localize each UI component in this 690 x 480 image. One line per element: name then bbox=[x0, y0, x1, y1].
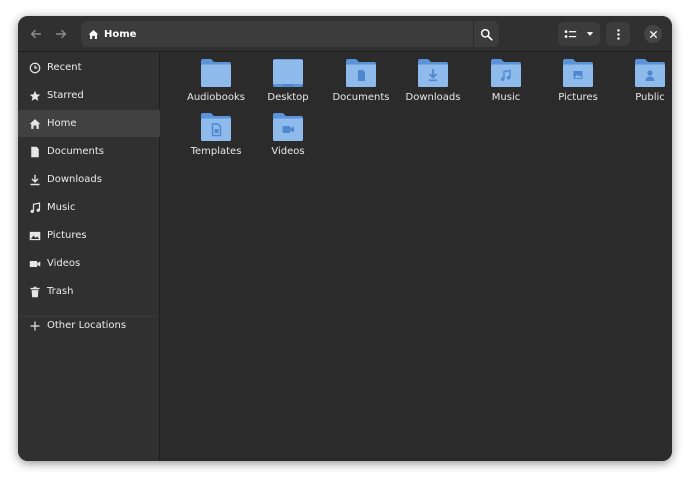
folder-downloads[interactable]: Downloads bbox=[397, 58, 469, 112]
home-icon bbox=[29, 118, 41, 129]
sidebar-item-starred[interactable]: Starred bbox=[18, 82, 160, 109]
folder-pictures[interactable]: Pictures bbox=[542, 58, 614, 112]
file-name: Documents bbox=[332, 92, 390, 103]
file-name: Music bbox=[491, 92, 521, 103]
sidebar: Recent Starred Home Documents Downloads … bbox=[18, 52, 160, 461]
sidebar-item-label: Music bbox=[47, 202, 76, 213]
image-icon bbox=[29, 231, 41, 240]
sidebar-item-label: Recent bbox=[47, 62, 82, 73]
file-manager-window: Home Recent Starred Home Documents Downl… bbox=[18, 16, 672, 461]
sidebar-item-videos[interactable]: Videos bbox=[18, 250, 160, 277]
headerbar: Home bbox=[18, 16, 672, 52]
download-icon bbox=[30, 174, 40, 185]
folder-templates-icon bbox=[201, 113, 231, 141]
folder-pictures-icon bbox=[563, 59, 593, 87]
home-icon bbox=[88, 29, 99, 39]
back-button[interactable] bbox=[24, 23, 48, 45]
chevron-down-icon bbox=[586, 32, 593, 36]
close-icon bbox=[649, 30, 657, 38]
sidebar-item-label: Home bbox=[47, 118, 77, 129]
sidebar-item-downloads[interactable]: Downloads bbox=[18, 166, 160, 193]
trash-icon bbox=[30, 286, 40, 297]
folder-audiobooks[interactable]: Audiobooks bbox=[180, 58, 252, 112]
close-window-button[interactable] bbox=[644, 25, 662, 43]
folder-documents-icon bbox=[346, 59, 376, 87]
sidebar-item-label: Other Locations bbox=[47, 320, 127, 331]
forward-button[interactable] bbox=[49, 23, 73, 45]
folder-desktop[interactable]: Desktop bbox=[252, 58, 324, 112]
sidebar-item-recent[interactable]: Recent bbox=[18, 54, 160, 81]
file-name: Audiobooks bbox=[186, 92, 245, 103]
sidebar-item-music[interactable]: Music bbox=[18, 194, 160, 221]
folder-videos[interactable]: Videos bbox=[252, 112, 324, 166]
file-name: Desktop bbox=[267, 92, 309, 103]
document-icon bbox=[31, 146, 39, 157]
sidebar-item-trash[interactable]: Trash bbox=[18, 278, 160, 305]
sidebar-item-home[interactable]: Home bbox=[18, 110, 160, 137]
arrow-left-icon bbox=[30, 29, 42, 39]
file-view[interactable]: Audiobooks Desktop Documents Downloads M… bbox=[160, 52, 672, 461]
sidebar-item-documents[interactable]: Documents bbox=[18, 138, 160, 165]
clock-icon bbox=[29, 62, 41, 73]
music-note-icon bbox=[30, 201, 41, 213]
file-name: Videos bbox=[271, 146, 305, 157]
star-icon bbox=[29, 90, 41, 101]
sidebar-item-other-locations[interactable]: Other Locations bbox=[18, 312, 160, 339]
search-icon bbox=[480, 28, 493, 41]
folder-downloads-icon bbox=[418, 59, 448, 87]
sidebar-item-label: Documents bbox=[47, 146, 105, 157]
file-name: Pictures bbox=[558, 92, 598, 103]
file-name: Public bbox=[635, 92, 665, 103]
folder-videos-icon bbox=[273, 113, 303, 141]
path-bar[interactable]: Home bbox=[81, 21, 499, 47]
file-name: Templates bbox=[190, 146, 242, 157]
sidebar-item-label: Trash bbox=[47, 286, 74, 297]
view-toggle-button[interactable] bbox=[558, 22, 600, 46]
main-menu-button[interactable] bbox=[606, 22, 630, 46]
sidebar-item-label: Downloads bbox=[47, 174, 102, 185]
folder-templates[interactable]: Templates bbox=[180, 112, 252, 166]
sidebar-item-pictures[interactable]: Pictures bbox=[18, 222, 160, 249]
camera-icon bbox=[29, 260, 41, 267]
sidebar-item-label: Videos bbox=[47, 258, 81, 269]
sidebar-item-label: Pictures bbox=[47, 230, 87, 241]
breadcrumb-label: Home bbox=[104, 28, 137, 40]
folder-music-icon bbox=[491, 59, 521, 87]
folder-public[interactable]: Public bbox=[614, 58, 672, 112]
folder-icon bbox=[201, 59, 231, 87]
folder-desktop-icon bbox=[273, 59, 303, 87]
arrow-right-icon bbox=[55, 29, 67, 39]
file-name: Downloads bbox=[405, 92, 461, 103]
folder-public-icon bbox=[635, 59, 665, 87]
folder-documents[interactable]: Documents bbox=[325, 58, 397, 112]
vertical-dots-icon bbox=[616, 28, 620, 40]
search-button[interactable] bbox=[474, 22, 498, 46]
folder-music[interactable]: Music bbox=[470, 58, 542, 112]
plus-icon bbox=[30, 321, 40, 330]
list-view-icon bbox=[564, 29, 576, 38]
breadcrumb-home[interactable]: Home bbox=[88, 26, 136, 42]
sidebar-item-label: Starred bbox=[47, 90, 84, 101]
